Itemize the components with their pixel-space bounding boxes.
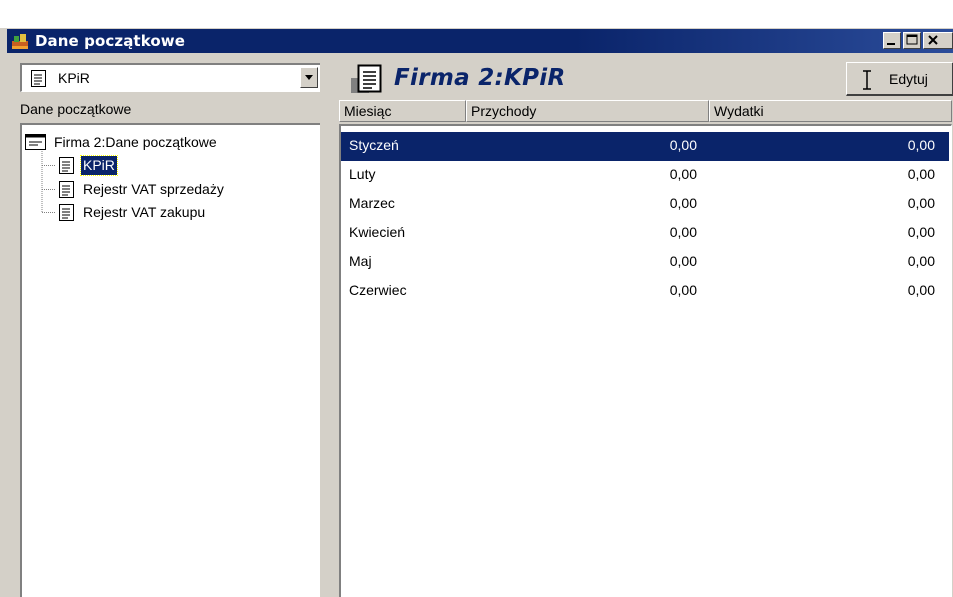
edit-button[interactable]: Edytuj [846,62,953,96]
cell-month: Marzec [349,195,395,211]
maximize-button[interactable] [903,32,921,49]
table-row[interactable]: Kwiecień 0,00 0,00 [341,219,949,248]
chevron-down-icon [305,75,313,80]
edit-button-label: Edytuj [889,71,928,87]
cell-expenses: 0,00 [907,253,935,269]
app-icon [11,32,29,50]
table-row[interactable]: Maj 0,00 0,00 [341,248,949,277]
desktop-strip [0,0,953,28]
cell-expenses: 0,00 [907,224,935,240]
tree-view[interactable]: Firma 2:Dane początkowe KPiR Rejestr VAT… [20,123,321,597]
cell-expenses: 0,00 [907,137,935,153]
content-header: Firma 2:KPiR Edytuj [338,60,953,96]
document-icon [59,181,74,198]
tree-item-label: Rejestr VAT zakupu [83,204,206,220]
cell-expenses: 0,00 [907,195,935,211]
folder-card-icon [25,134,46,150]
table-row[interactable]: Styczeń 0,00 0,00 [341,132,949,161]
column-header-income[interactable]: Przychody [466,100,709,122]
tree-item-label: Firma 2:Dane początkowe [54,134,217,150]
document-icon [30,69,48,91]
page-title: Firma 2:KPiR [394,65,566,91]
tree-item-label: Rejestr VAT sprzedaży [83,181,224,197]
title-bar[interactable]: Dane początkowe [7,29,953,53]
cell-month: Maj [349,253,372,269]
text-cursor-icon [863,70,871,90]
column-header-month[interactable]: Miesiąc [339,100,466,122]
minimize-button[interactable] [883,32,901,49]
cell-expenses: 0,00 [907,166,935,182]
window-title: Dane początkowe [35,32,186,50]
document-icon [59,204,74,221]
cell-income: 0,00 [669,166,697,182]
cell-month: Kwiecień [349,224,406,240]
close-icon [928,35,938,45]
section-label: Dane początkowe [20,101,132,117]
cell-income: 0,00 [669,282,697,298]
column-header-expenses[interactable]: Wydatki [709,100,952,122]
cell-month: Luty [349,166,376,182]
cell-expenses: 0,00 [907,282,935,298]
table-row[interactable]: Czerwiec 0,00 0,00 [341,277,949,306]
cell-month: Styczeń [349,137,399,153]
register-combobox[interactable]: KPiR [20,63,321,92]
tree-item-label: KPiR [80,155,118,176]
maximize-icon [906,34,918,45]
right-panel: Firma 2:KPiR Edytuj Miesiąc Przychody Wy… [330,56,953,597]
table-row[interactable]: Marzec 0,00 0,00 [341,190,949,219]
document-large-icon [350,64,384,97]
cell-income: 0,00 [669,137,697,153]
left-panel: KPiR Dane początkowe Firma 2:Dane począt… [11,56,321,597]
combo-value: KPiR [58,70,90,86]
close-button[interactable] [923,32,953,49]
table-row[interactable]: Luty 0,00 0,00 [341,161,949,190]
data-grid[interactable]: Styczeń 0,00 0,00 Luty 0,00 0,00 Marzec … [339,124,952,597]
cell-income: 0,00 [669,195,697,211]
combo-dropdown-button[interactable] [300,67,318,88]
minimize-icon [887,43,895,45]
cell-income: 0,00 [669,253,697,269]
app-window: Dane początkowe KPiR Dane początkowe Fir… [0,0,953,597]
grid-header: Miesiąc Przychody Wydatki [339,100,952,122]
cell-month: Czerwiec [349,282,407,298]
document-icon [59,157,74,174]
cell-income: 0,00 [669,224,697,240]
panel-splitter[interactable] [320,56,330,597]
